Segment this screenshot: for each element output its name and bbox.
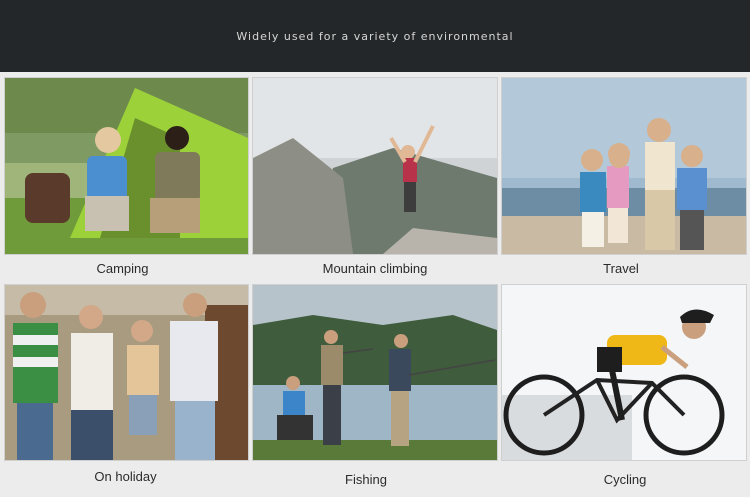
header-title: Widely used for a variety of environment… — [236, 29, 514, 43]
cycling-caption: Cycling — [603, 472, 647, 487]
header-banner: Widely used for a variety of environment… — [0, 0, 750, 72]
on-holiday-caption: On holiday — [94, 469, 157, 484]
photo-grid: Camping Mountain climbing Travel On holi… — [0, 72, 750, 497]
fishing-caption: Fishing — [345, 472, 387, 487]
camping-caption: Camping — [96, 261, 149, 276]
on-holiday-photo — [4, 284, 249, 461]
cycling-photo — [501, 284, 747, 461]
mountain-climbing-caption: Mountain climbing — [322, 261, 428, 276]
fishing-photo — [252, 284, 498, 461]
travel-caption: Travel — [603, 261, 639, 276]
travel-photo — [501, 77, 747, 255]
camping-photo — [4, 77, 249, 255]
mountain-climbing-photo — [252, 77, 498, 255]
